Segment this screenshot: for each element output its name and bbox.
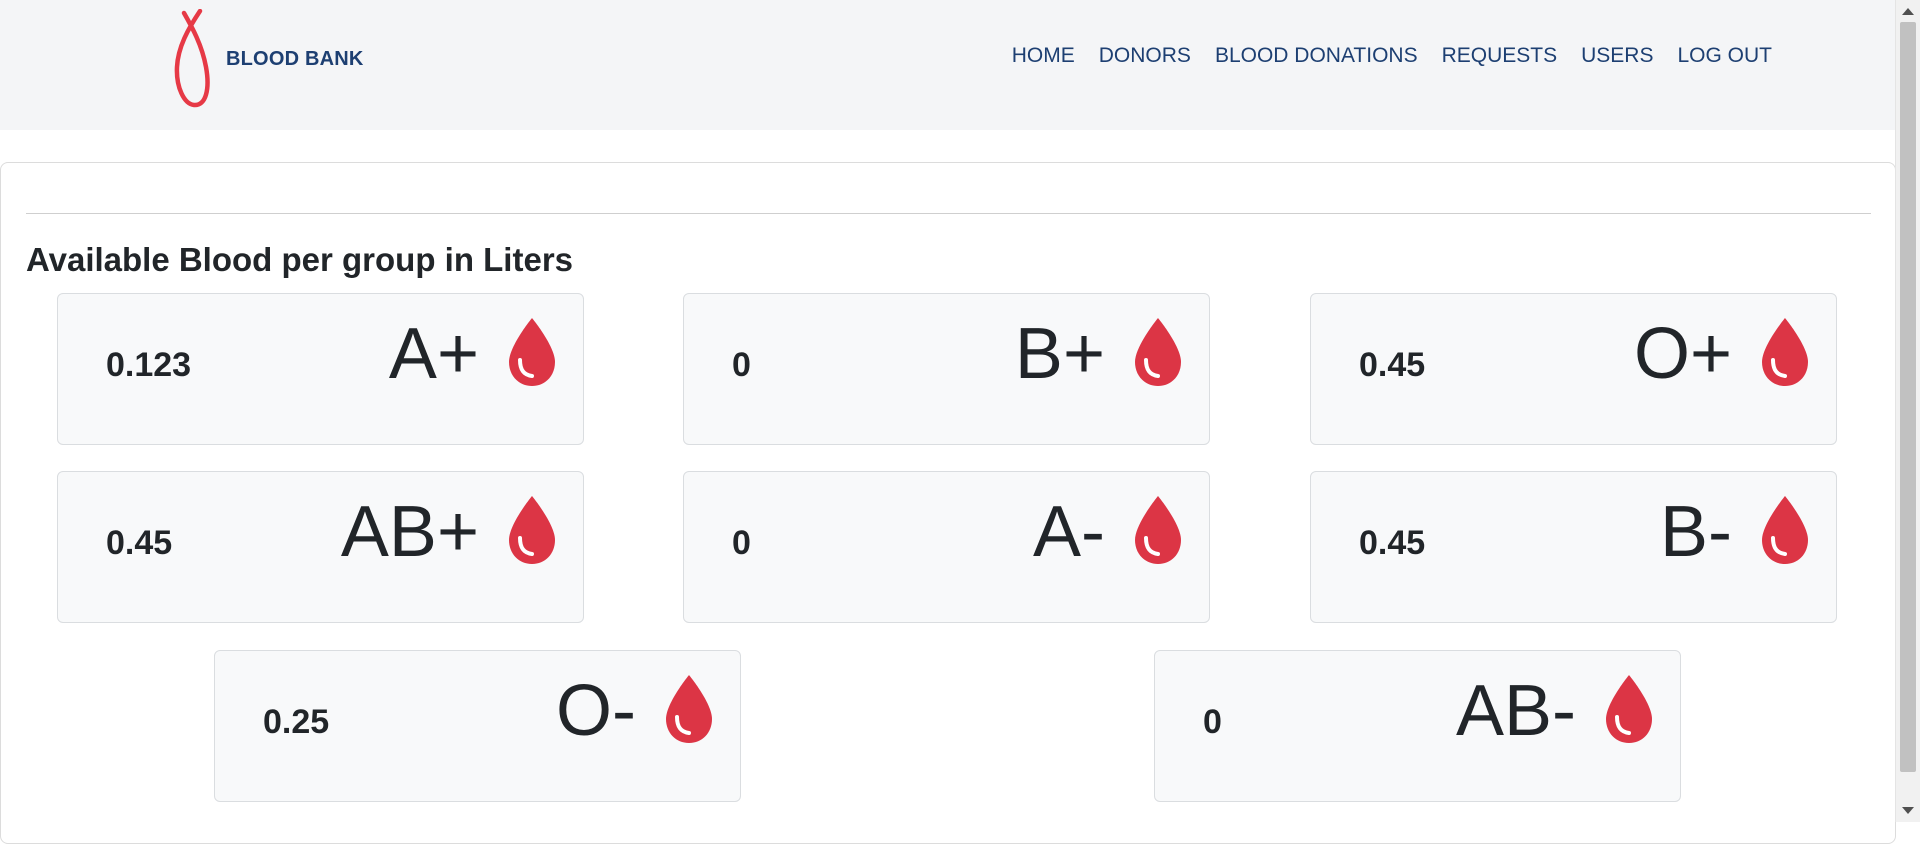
blood-drop-icon [1758,494,1812,566]
scroll-up-arrow-icon[interactable] [1902,8,1914,15]
blood-amount: 0.45 [1359,346,1426,384]
blood-amount: 0.45 [1359,524,1426,562]
blood-group-label: AB- [1455,671,1576,751]
nav-users[interactable]: USERS [1581,44,1653,68]
blood-group-label: A+ [388,314,479,394]
blood-group-card: 0.45 B- [1310,471,1837,623]
ribbon-icon [170,9,218,109]
scrollbar[interactable] [1895,0,1920,822]
main-nav: HOME DONORS BLOOD DONATIONS REQUESTS USE… [1012,44,1772,68]
blood-group-card: 0.45 AB+ [57,471,584,623]
blood-group-card: 0 B+ [683,293,1210,445]
blood-group-label: AB+ [340,492,479,572]
blood-group-label: B+ [1014,314,1105,394]
blood-amount: 0 [732,346,751,384]
blood-amount: 0 [1203,703,1222,741]
blood-group-card: 0.123 A+ [57,293,584,445]
page-title: Available Blood per group in Liters [26,241,574,278]
scroll-down-arrow-icon[interactable] [1902,807,1914,814]
blood-drop-icon [1131,494,1185,566]
brand-logo[interactable]: BLOOD BANK [170,0,364,118]
blood-drop-icon [505,494,559,566]
nav-home[interactable]: HOME [1012,44,1075,68]
blood-group-card: 0.25 O- [214,650,741,802]
blood-drop-icon [505,316,559,388]
blood-group-card: 0 AB- [1154,650,1681,802]
divider [26,213,1871,214]
blood-drop-icon [1131,316,1185,388]
blood-amount: 0.25 [263,703,330,741]
scrollbar-thumb[interactable] [1900,22,1916,772]
blood-amount: 0.45 [106,524,173,562]
blood-group-card: 0 A- [683,471,1210,623]
nav-blood-donations[interactable]: BLOOD DONATIONS [1215,44,1418,68]
nav-requests[interactable]: REQUESTS [1442,44,1558,68]
blood-group-label: O+ [1633,314,1732,394]
blood-group-label: A- [1033,492,1105,572]
blood-group-card: 0.45 O+ [1310,293,1837,445]
blood-amount: 0 [732,524,751,562]
blood-drop-icon [1602,673,1656,745]
blood-group-label: B- [1660,492,1732,572]
top-navbar: BLOOD BANK HOME DONORS BLOOD DONATIONS R… [0,0,1896,130]
blood-drop-icon [1758,316,1812,388]
nav-log-out[interactable]: LOG OUT [1677,44,1772,68]
blood-group-label: O- [556,671,636,751]
blood-amount: 0.123 [106,346,192,384]
brand-name: BLOOD BANK [226,47,364,70]
blood-drop-icon [662,673,716,745]
nav-donors[interactable]: DONORS [1099,44,1191,68]
